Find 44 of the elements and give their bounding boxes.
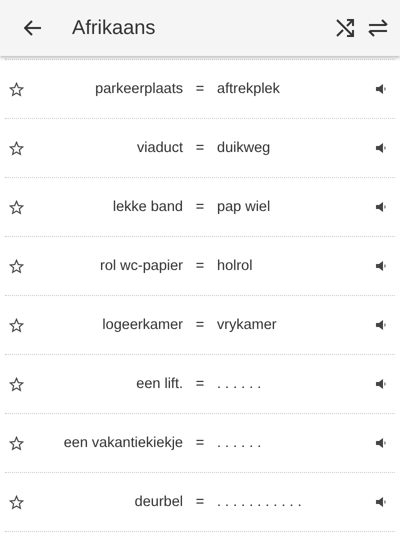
term-text: een lift. (135, 376, 183, 392)
translation-text: duikweg (217, 140, 272, 156)
term-text: lekke band (112, 199, 183, 215)
star-icon[interactable] (9, 140, 24, 156)
speaker-icon[interactable] (375, 378, 387, 390)
swap-icon[interactable] (367, 19, 389, 37)
equals-sign: = (194, 140, 206, 156)
star-icon[interactable] (9, 376, 24, 392)
term-text: rol wc-papier (99, 258, 183, 274)
speaker-icon[interactable] (375, 319, 387, 331)
speaker-icon[interactable] (375, 83, 387, 95)
star-icon[interactable] (9, 436, 24, 450)
speaker-icon[interactable] (375, 496, 387, 508)
star-icon[interactable] (9, 318, 24, 332)
term-text: deurbel (134, 494, 183, 510)
translation-text: aftrekplek (217, 81, 281, 97)
equals-sign: = (194, 494, 206, 510)
translation-text: vrykamer (217, 317, 278, 333)
screen-title: Afrikaans (72, 16, 156, 40)
speaker-icon[interactable] (375, 260, 387, 272)
term-text: een vakantiekiekje (62, 435, 183, 451)
star-icon[interactable] (9, 494, 24, 510)
equals-sign: = (194, 435, 206, 451)
translation-text: . . . . . . (217, 376, 262, 392)
star-icon[interactable] (9, 200, 24, 214)
equals-sign: = (194, 317, 206, 333)
back-arrow-icon[interactable] (24, 20, 42, 36)
term-text: viaduct (136, 140, 183, 156)
equals-sign: = (194, 376, 206, 392)
equals-sign: = (194, 81, 206, 97)
speaker-icon[interactable] (375, 201, 387, 213)
translation-text: . . . . . . (217, 435, 262, 451)
equals-sign: = (194, 199, 206, 215)
shuffle-icon[interactable] (335, 18, 355, 38)
speaker-icon[interactable] (375, 437, 387, 449)
translation-text: . . . . . . . . . . . (217, 494, 303, 510)
translation-text: holrol (217, 258, 254, 274)
equals-sign: = (194, 258, 206, 274)
speaker-icon[interactable] (375, 142, 387, 154)
star-icon[interactable] (9, 258, 24, 274)
term-text: parkeerplaats (94, 81, 183, 97)
term-text: logeerkamer (101, 317, 183, 333)
star-icon[interactable] (9, 82, 24, 96)
translation-text: pap wiel (217, 199, 272, 215)
